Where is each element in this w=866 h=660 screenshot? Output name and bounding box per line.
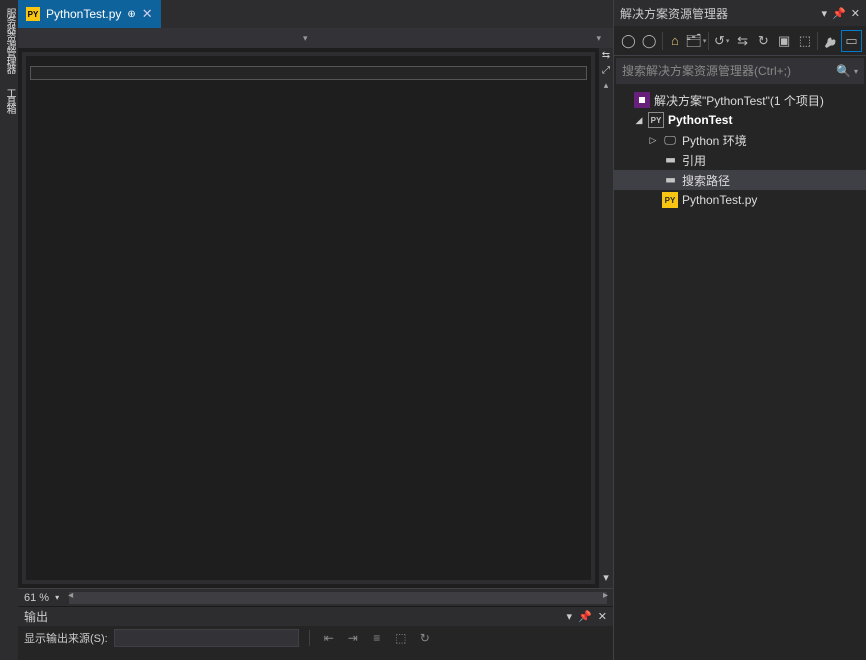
indent-left-icon[interactable]: ⇤ [320,629,338,647]
horizontal-scrollbar[interactable] [69,592,607,604]
preview-icon[interactable]: ▭ [841,30,862,52]
tree-label: 引用 [682,152,706,169]
solution-explorer-title-bar: 解决方案资源管理器 ▾ 📌 ✕ [614,0,866,26]
solution-explorer-title: 解决方案资源管理器 [620,5,728,22]
pin-icon[interactable]: ⊕ [127,9,135,20]
solution-tree: 解决方案"PythonTest"(1 个项目) ◢ PY PythonTest … [614,86,866,660]
tree-references-node[interactable]: ■■ 引用 [614,150,866,170]
search-dropdown-icon[interactable]: ▾ [854,67,858,76]
rail-tab-server-explorer[interactable]: 服务器资源管理器 [0,4,18,76]
output-panel-header: 输出 ▾ 📌 ✕ [18,606,613,626]
search-input[interactable] [622,64,836,78]
rail-tab-toolbox[interactable]: 工具箱 [0,84,18,116]
editor-right-gutter: ⇆ ⤢ ▴ ▾ [599,48,613,588]
environment-icon: 🖵 [662,132,678,148]
forward-icon[interactable]: ◯ [639,30,660,52]
zoom-level[interactable]: 61 % [24,592,49,604]
tree-solution-node[interactable]: 解决方案"PythonTest"(1 个项目) [614,90,866,110]
editor-area: ⇆ ⤢ ▴ ▾ [18,48,613,588]
tree-label: Python 环境 [682,132,747,149]
toggle-icon[interactable]: ↻ [416,629,434,647]
nav-scope-dropdown[interactable] [26,30,312,46]
document-tab-well: PY PythonTest.py ⊕ ✕ [18,0,613,28]
pin-icon[interactable]: 📌 [832,7,846,20]
project-icon: PY [648,112,664,128]
show-all-icon[interactable]: ⬚ [795,30,816,52]
window-position-icon[interactable]: ▾ [567,610,573,623]
split-icon[interactable]: ⇆ [602,50,610,61]
word-wrap-icon[interactable]: ⬚ [392,629,410,647]
close-icon[interactable]: ✕ [598,610,607,623]
python-file-icon: PY [662,192,678,208]
tree-label: 解决方案"PythonTest"(1 个项目) [654,92,824,109]
properties-icon[interactable] [820,30,841,52]
tree-project-node[interactable]: ◢ PY PythonTest [614,110,866,130]
python-file-icon: PY [26,7,40,21]
nav-member-dropdown[interactable] [320,30,606,46]
solution-explorer-toolbar: ◯ ◯ ⌂ 🗂 ↺ ⇆ ↻ ▣ ⬚ ▭ [614,26,866,56]
solution-explorer-search[interactable]: 🔍 ▾ [616,58,864,84]
pending-changes-icon[interactable]: ↺ [711,30,732,52]
output-source-dropdown[interactable] [114,629,299,647]
document-tab-label: PythonTest.py [46,7,121,21]
scroll-down-icon[interactable]: ▾ [603,571,609,584]
indent-right-icon[interactable]: ⇥ [344,629,362,647]
output-title: 输出 [24,608,48,625]
sync-icon[interactable]: 🗂 [685,30,706,52]
output-toolbar: 显示输出来源(S): ⇤ ⇥ ≡ ⬚ ↻ [18,626,613,650]
window-position-icon[interactable]: ▾ [822,7,828,20]
expand-arrow-icon[interactable]: ▷ [648,135,658,146]
clear-icon[interactable]: ≡ [368,629,386,647]
close-icon[interactable]: ✕ [851,7,860,20]
pin-icon[interactable]: 📌 [578,610,592,623]
output-content[interactable] [18,650,613,660]
search-icon[interactable]: 🔍 [836,64,851,78]
tree-label: 搜索路径 [682,172,730,189]
close-icon[interactable]: ✕ [142,6,153,22]
solution-explorer-panel: 解决方案资源管理器 ▾ 📌 ✕ ◯ ◯ ⌂ 🗂 ↺ ⇆ ↻ ▣ ⬚ ▭ [613,0,866,660]
editor-status-bar: 61 % ▾ [18,588,613,606]
editor-current-line [30,66,587,80]
search-paths-icon: ■■ [662,172,678,188]
tree-label: PythonTest.py [682,193,757,207]
tree-file-node[interactable]: PY PythonTest.py [614,190,866,210]
swap-icon[interactable]: ⤢ [602,65,610,76]
home-icon[interactable]: ⌂ [665,30,686,52]
scroll-up-icon[interactable]: ▴ [604,80,609,91]
tree-search-paths-node[interactable]: ■■ 搜索路径 [614,170,866,190]
collapse-arrow-icon[interactable]: ◢ [634,115,644,126]
solution-icon [634,92,650,108]
main-area: PY PythonTest.py ⊕ ✕ ⇆ ⤢ ▴ ▾ 61 % ▾ [18,0,613,660]
refresh-icon[interactable]: ↻ [753,30,774,52]
left-tool-rail: 服务器资源管理器 工具箱 [0,0,18,660]
sync-active-icon[interactable]: ⇆ [732,30,753,52]
tree-label: PythonTest [668,113,732,127]
back-icon[interactable]: ◯ [618,30,639,52]
output-source-label: 显示输出来源(S): [24,630,108,646]
collapse-icon[interactable]: ▣ [774,30,795,52]
tree-env-node[interactable]: ▷ 🖵 Python 环境 [614,130,866,150]
references-icon: ■■ [662,152,678,168]
navigation-bar [18,28,613,48]
document-tab-active[interactable]: PY PythonTest.py ⊕ ✕ [18,0,161,28]
zoom-dropdown-icon[interactable]: ▾ [55,593,59,602]
code-editor[interactable] [22,52,595,584]
